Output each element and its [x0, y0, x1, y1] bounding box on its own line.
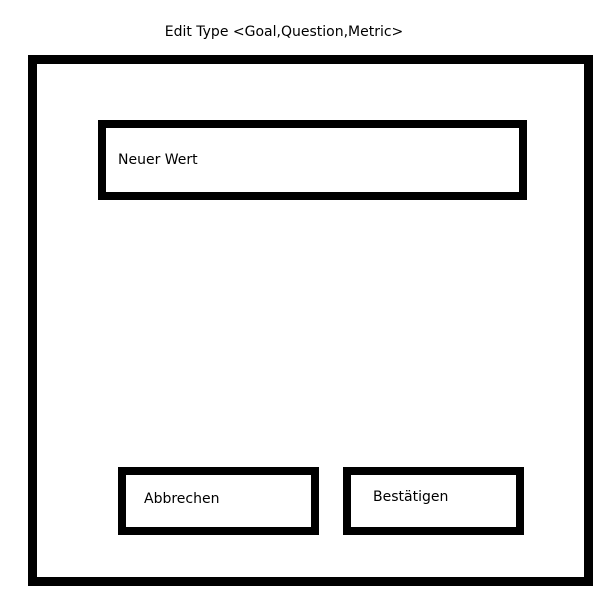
confirm-button-label: Bestätigen: [373, 489, 449, 505]
new-value-placeholder: Neuer Wert: [118, 152, 198, 168]
confirm-button[interactable]: Bestätigen: [343, 467, 524, 535]
cancel-button[interactable]: Abbrechen: [118, 467, 319, 535]
dialog-title: Edit Type <Goal,Question,Metric>: [164, 24, 404, 40]
cancel-button-label: Abbrechen: [144, 491, 220, 507]
